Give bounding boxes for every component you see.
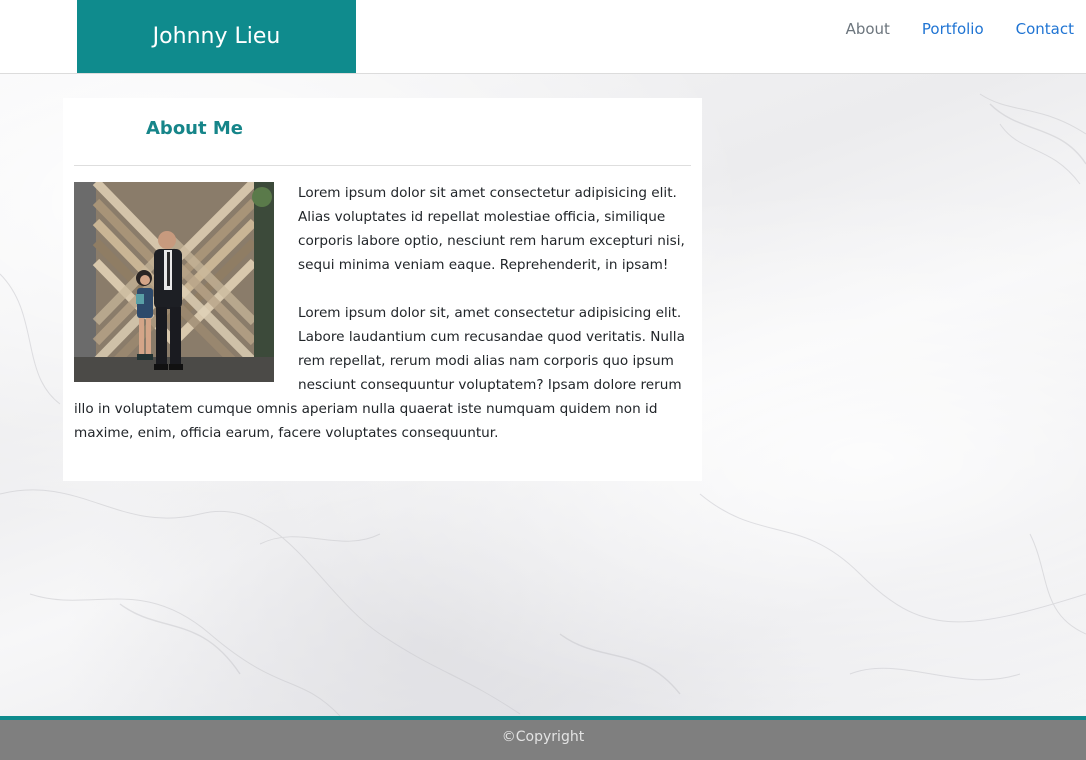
brand-logo[interactable]: Johnny Lieu bbox=[77, 0, 356, 73]
nav-link-about[interactable]: About bbox=[814, 19, 890, 39]
copyright-text: ©Copyright bbox=[501, 729, 585, 745]
nav-link-portfolio[interactable]: Portfolio bbox=[890, 19, 984, 39]
navbar: Johnny Lieu About Portfolio Contact bbox=[0, 0, 1086, 74]
nav-links: About Portfolio Contact bbox=[814, 19, 1074, 39]
divider bbox=[74, 165, 691, 166]
footer: ©Copyright bbox=[0, 716, 1086, 760]
about-body: Lorem ipsum dolor sit amet consectetur a… bbox=[74, 181, 694, 445]
about-card: About Me Lorem ipsum dolor sit amet cons… bbox=[63, 98, 702, 481]
about-title: About Me bbox=[146, 118, 243, 139]
profile-photo bbox=[74, 182, 274, 382]
nav-link-contact[interactable]: Contact bbox=[984, 19, 1074, 39]
